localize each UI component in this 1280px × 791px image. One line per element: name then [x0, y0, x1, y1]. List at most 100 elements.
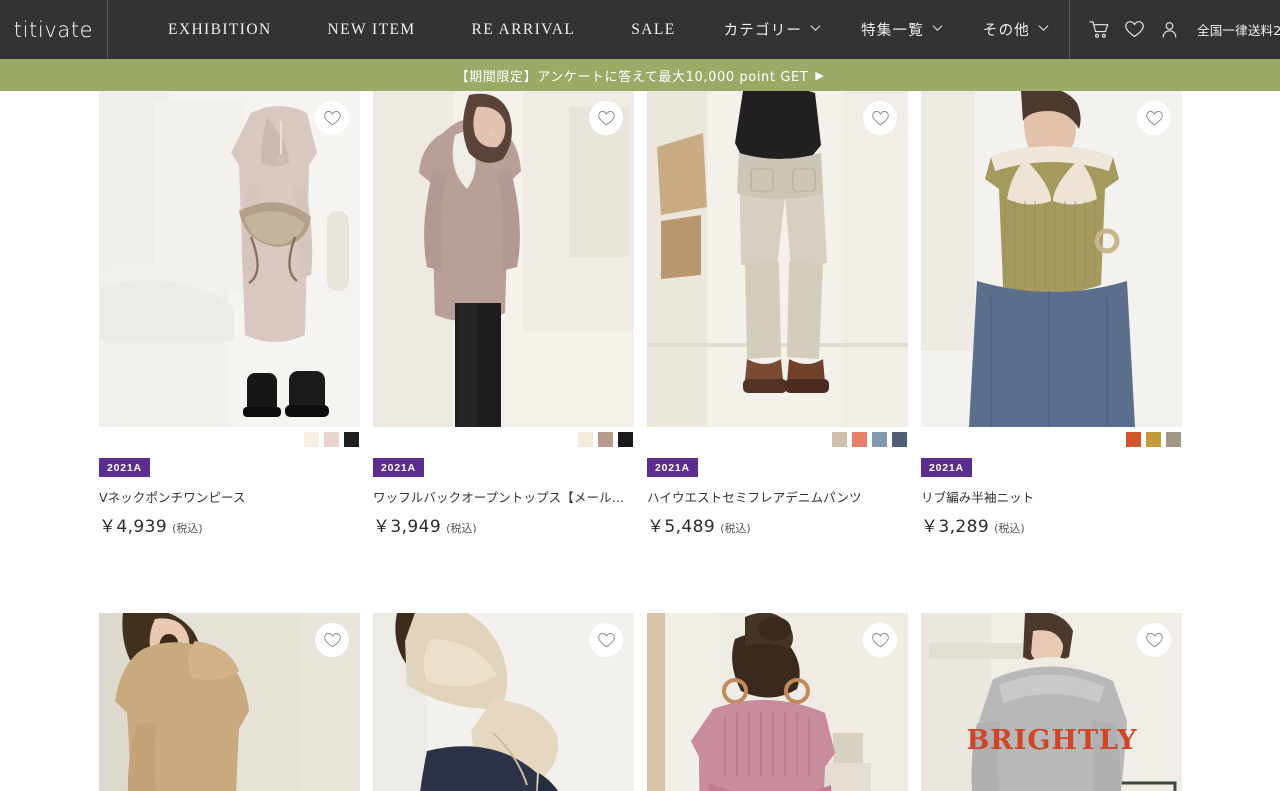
season-badge: 2021A	[647, 458, 698, 477]
product-price: ￥3,949	[373, 517, 442, 537]
product-card[interactable]: BRIGHTLY	[921, 613, 1182, 791]
logo-text: titivate	[13, 17, 94, 42]
color-swatch[interactable]	[598, 432, 613, 447]
color-swatches	[921, 427, 1182, 449]
heart-outline-icon	[871, 632, 889, 647]
favorite-button[interactable]	[589, 623, 623, 657]
nav-item-features-label: 特集一覧	[861, 23, 924, 39]
product-image-wrap[interactable]	[647, 613, 908, 791]
site-header: titivate EXHIBITION NEW ITEM RE ARRIVAL …	[0, 0, 1280, 59]
favorite-button[interactable]	[589, 101, 623, 135]
product-image	[921, 91, 1182, 427]
product-image	[373, 91, 634, 427]
logo[interactable]: titivate	[0, 0, 108, 59]
color-swatch[interactable]	[852, 432, 867, 447]
nav-item-exhibition[interactable]: EXHIBITION	[140, 21, 300, 39]
product-card[interactable]	[99, 613, 360, 791]
product-card[interactable]: 2021A ハイウエストセミフレアデニムパンツ ￥5,489 (税込)	[647, 91, 908, 537]
heart-outline-icon	[1145, 632, 1163, 647]
product-price-row: ￥3,289 (税込)	[921, 512, 1182, 537]
product-card[interactable]	[647, 613, 908, 791]
color-swatch[interactable]	[1166, 432, 1181, 447]
product-card[interactable]: 2021A リブ編み半袖ニット ￥3,289 (税込)	[921, 91, 1182, 537]
product-name[interactable]: ワッフルバックオープントップス【メール便可...	[373, 487, 634, 506]
color-swatches	[99, 427, 360, 449]
heart-outline-icon	[1145, 110, 1163, 125]
grid-row-spacer	[921, 537, 1182, 613]
svg-text:BRIGHTLY: BRIGHTLY	[966, 725, 1137, 756]
product-image	[647, 91, 908, 427]
season-badge: 2021A	[921, 458, 972, 477]
grid-row-spacer	[99, 537, 360, 613]
product-grid: 2021A Vネックポンチワンピース ￥4,939 (税込) 2021A ワッフ…	[99, 91, 1280, 791]
tax-note: (税込)	[172, 522, 203, 535]
product-card[interactable]: 2021A ワッフルバックオープントップス【メール便可... ￥3,949 (税…	[373, 91, 634, 537]
product-image-wrap[interactable]	[373, 91, 634, 427]
main-navigation: EXHIBITION NEW ITEM RE ARRIVAL SALE カテゴリ…	[108, 0, 1069, 59]
favorite-button[interactable]	[315, 623, 349, 657]
product-image-wrap[interactable]	[921, 91, 1182, 427]
favorite-button[interactable]	[1137, 101, 1171, 135]
product-price: ￥4,939	[99, 517, 168, 537]
heart-outline-icon	[871, 110, 889, 125]
heart-outline-icon	[323, 632, 341, 647]
favorite-button[interactable]	[315, 101, 349, 135]
chevron-down-icon	[810, 22, 821, 33]
product-name[interactable]: Vネックポンチワンピース	[99, 487, 360, 506]
favorite-button[interactable]	[1137, 623, 1171, 657]
product-card[interactable]: 2021A Vネックポンチワンピース ￥4,939 (税込)	[99, 91, 360, 537]
product-image-wrap[interactable]	[99, 613, 360, 791]
nav-item-other-label: その他	[982, 23, 1031, 39]
cart-icon[interactable]	[1088, 19, 1110, 41]
heart-outline-icon	[597, 632, 615, 647]
product-image-wrap[interactable]: BRIGHTLY	[921, 613, 1182, 791]
product-name[interactable]: ハイウエストセミフレアデニムパンツ	[647, 487, 908, 506]
color-swatch[interactable]	[832, 432, 847, 447]
color-swatch[interactable]	[324, 432, 339, 447]
color-swatch[interactable]	[892, 432, 907, 447]
grid-row-spacer	[373, 537, 634, 613]
color-swatch[interactable]	[1146, 432, 1161, 447]
user-icon[interactable]	[1158, 19, 1180, 41]
product-price-row: ￥5,489 (税込)	[647, 512, 908, 537]
color-swatch[interactable]	[578, 432, 593, 447]
color-swatch[interactable]	[304, 432, 319, 447]
tax-note: (税込)	[446, 522, 477, 535]
product-price-row: ￥3,949 (税込)	[373, 512, 634, 537]
grid-row-spacer	[647, 537, 908, 613]
product-price-row: ￥4,939 (税込)	[99, 512, 360, 537]
header-utility-bar: 全国一律送料290円	[1069, 0, 1280, 59]
heart-icon[interactable]	[1123, 19, 1145, 41]
color-swatch[interactable]	[1126, 432, 1141, 447]
tax-note: (税込)	[994, 522, 1025, 535]
favorite-button[interactable]	[863, 623, 897, 657]
nav-item-re-arrival[interactable]: RE ARRIVAL	[444, 21, 604, 39]
nav-item-sale[interactable]: SALE	[603, 21, 703, 39]
chevron-down-icon	[932, 22, 943, 33]
nav-item-features[interactable]: 特集一覧	[841, 19, 963, 40]
nav-item-other[interactable]: その他	[963, 19, 1069, 40]
promo-banner-text: 【期間限定】アンケートに答えて最大10,000 point GET	[455, 69, 809, 85]
heart-outline-icon	[597, 110, 615, 125]
shipping-note: 全国一律送料290円	[1197, 23, 1280, 38]
color-swatches	[647, 427, 908, 449]
product-image-wrap[interactable]	[647, 91, 908, 427]
color-swatch[interactable]	[618, 432, 633, 447]
favorite-button[interactable]	[863, 101, 897, 135]
product-card[interactable]	[373, 613, 634, 791]
product-image-wrap[interactable]	[99, 91, 360, 427]
nav-item-category[interactable]: カテゴリー	[704, 19, 842, 40]
season-badge: 2021A	[373, 458, 424, 477]
promo-banner[interactable]: 【期間限定】アンケートに答えて最大10,000 point GET ▶	[0, 59, 1280, 91]
product-image-wrap[interactable]	[373, 613, 634, 791]
product-price: ￥3,289	[921, 517, 990, 537]
product-name[interactable]: リブ編み半袖ニット	[921, 487, 1182, 506]
tax-note: (税込)	[720, 522, 751, 535]
nav-item-new-item[interactable]: NEW ITEM	[300, 21, 444, 39]
chevron-down-icon	[1038, 22, 1049, 33]
color-swatch[interactable]	[872, 432, 887, 447]
season-badge: 2021A	[99, 458, 150, 477]
nav-item-category-label: カテゴリー	[723, 23, 803, 39]
color-swatch[interactable]	[344, 432, 359, 447]
color-swatches	[373, 427, 634, 449]
